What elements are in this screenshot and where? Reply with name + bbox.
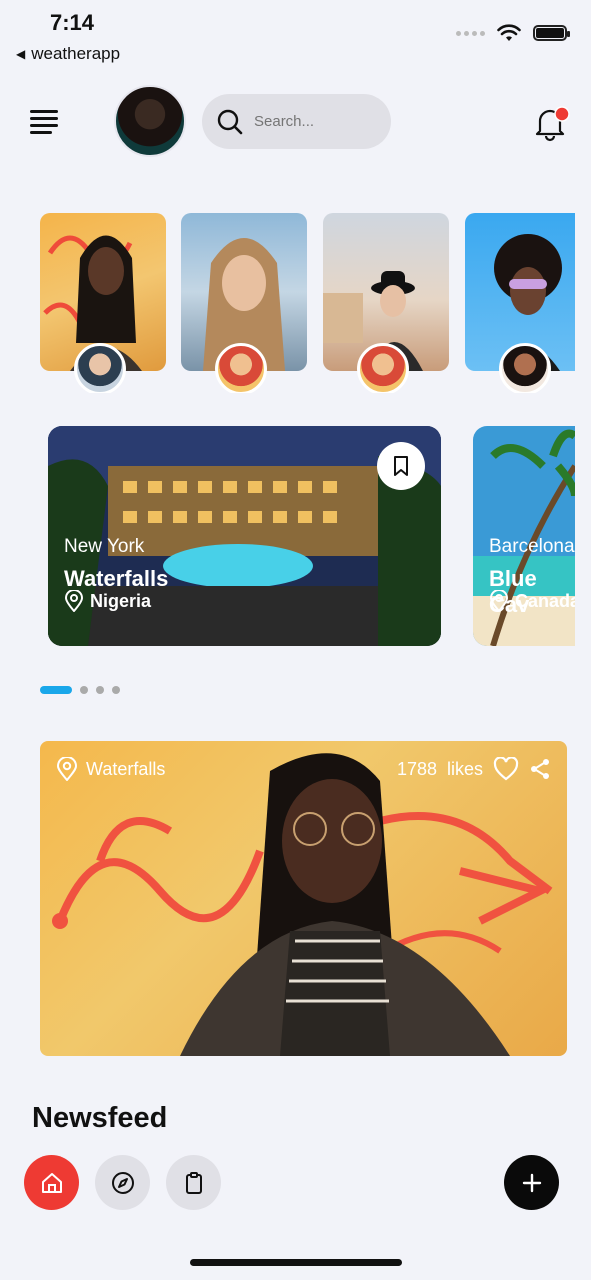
story-card[interactable] <box>465 213 575 393</box>
pagination-dot-active[interactable] <box>40 686 72 694</box>
status-time: 7:14 <box>50 10 95 35</box>
story-card[interactable] <box>323 213 449 393</box>
notification-dot <box>554 106 570 122</box>
signal-icon <box>456 30 485 36</box>
search-input[interactable] <box>254 113 374 130</box>
add-post-button[interactable] <box>504 1155 559 1210</box>
pagination-dot[interactable] <box>112 686 120 694</box>
destination-country: Nigeria <box>64 590 151 612</box>
back-triangle-icon: ◀ <box>16 47 26 61</box>
clipboard-icon <box>185 1171 202 1194</box>
feed-post[interactable]: Waterfalls 1788 likes <box>40 741 567 1056</box>
pagination-dot[interactable] <box>80 686 88 694</box>
user-avatar[interactable] <box>114 85 186 157</box>
nav-clipboard-button[interactable] <box>166 1155 221 1210</box>
stories-row <box>40 213 575 393</box>
back-to-app-link[interactable]: ◀ weatherapp <box>16 44 120 64</box>
status-indicators <box>456 24 570 42</box>
search-bar[interactable] <box>202 94 391 149</box>
nav-explore-button[interactable] <box>95 1155 150 1210</box>
pagination-dot[interactable] <box>96 686 104 694</box>
bookmark-button[interactable] <box>377 442 425 490</box>
wifi-icon <box>497 24 521 41</box>
destination-card[interactable]: New York Waterfalls Nigeria <box>48 426 441 646</box>
newsfeed-title: Newsfeed <box>32 1102 168 1134</box>
story-author-avatar <box>215 343 267 393</box>
battery-icon <box>533 25 570 41</box>
carousel-pagination <box>40 686 120 694</box>
plus-icon <box>522 1173 541 1192</box>
home-indicator <box>190 1259 402 1266</box>
share-icon[interactable] <box>529 758 551 780</box>
story-author-avatar <box>499 343 551 393</box>
post-location[interactable]: Waterfalls <box>56 757 165 781</box>
compass-icon <box>111 1171 134 1194</box>
destination-country: Canada <box>489 590 575 612</box>
heart-icon[interactable] <box>493 757 519 781</box>
back-app-label: weatherapp <box>31 44 121 63</box>
notification-bell-icon[interactable] <box>530 102 570 142</box>
likes-label: likes <box>446 758 483 779</box>
destination-city: New York <box>64 536 145 557</box>
destination-card[interactable]: Barcelona Blue Cav Canada <box>473 426 575 646</box>
location-pin-icon <box>64 590 84 612</box>
nav-home-button[interactable] <box>24 1155 79 1210</box>
story-card[interactable] <box>40 213 166 393</box>
story-card[interactable] <box>181 213 307 393</box>
story-author-avatar <box>74 343 126 393</box>
home-icon <box>41 1172 62 1193</box>
search-icon <box>217 109 243 134</box>
menu-button[interactable] <box>30 110 58 134</box>
story-author-avatar <box>357 343 409 393</box>
likes-count: 1788 <box>396 758 437 779</box>
destination-city: Barcelona <box>489 536 575 557</box>
location-pin-icon <box>56 757 78 781</box>
post-location-label: Waterfalls <box>86 758 166 779</box>
location-pin-icon <box>489 590 509 612</box>
destination-name: Waterfalls <box>64 566 169 591</box>
post-actions: 1788 likes <box>397 757 551 781</box>
bookmark-icon <box>394 456 408 476</box>
